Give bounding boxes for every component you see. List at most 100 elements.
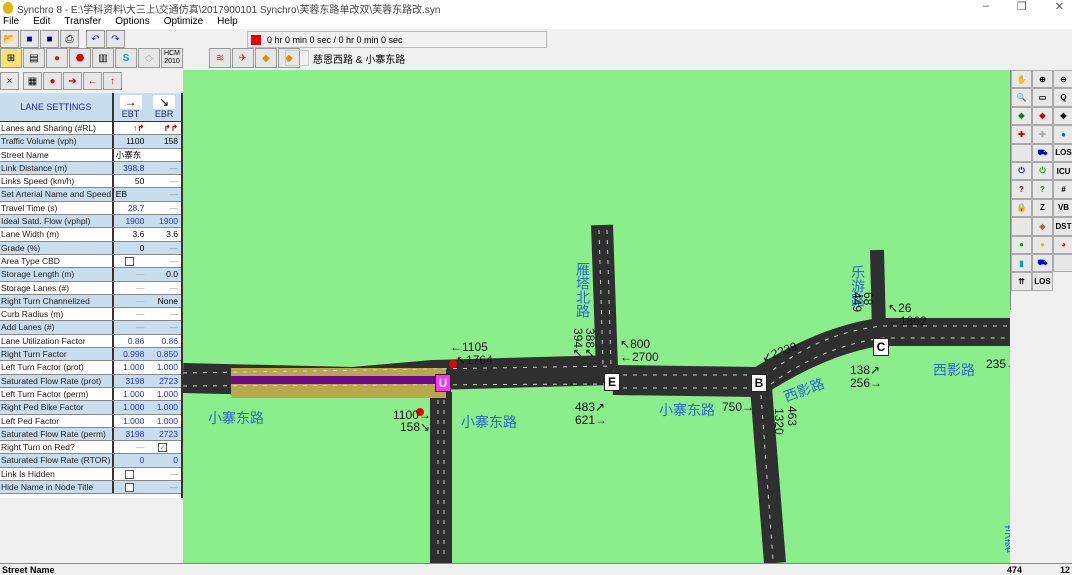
- row-value[interactable]: ↱↱: [147, 122, 181, 134]
- move-node-icon[interactable]: ◆: [1053, 106, 1072, 126]
- stop-icon[interactable]: [251, 34, 261, 45]
- row-value[interactable]: —: [147, 188, 181, 201]
- row-value[interactable]: —: [147, 282, 181, 294]
- row-value[interactable]: EB: [113, 188, 148, 201]
- row-value[interactable]: [114, 255, 148, 267]
- row-value[interactable]: 3.6: [147, 228, 181, 240]
- menu-optimize[interactable]: Optimize: [164, 16, 203, 29]
- zoom-out-icon[interactable]: ⊖: [1053, 70, 1072, 89]
- row-value[interactable]: —: [147, 161, 181, 175]
- power-icon[interactable]: ⏻: [1011, 161, 1032, 181]
- menu-options[interactable]: Options: [115, 16, 149, 29]
- detector-icon[interactable]: ◇: [138, 48, 160, 68]
- row-value[interactable]: 1.000: [147, 361, 181, 373]
- checkbox[interactable]: [124, 469, 134, 479]
- row-value[interactable]: 1.000: [114, 361, 148, 373]
- row-value[interactable]: —: [147, 481, 181, 494]
- close-button[interactable]: ✕: [1055, 0, 1064, 13]
- row-value[interactable]: 0.86: [147, 335, 181, 347]
- row-value[interactable]: 50: [114, 175, 148, 187]
- row-value[interactable]: —: [113, 268, 148, 281]
- sort-icon[interactable]: Z: [1032, 198, 1053, 218]
- checkbox[interactable]: ✓: [158, 443, 168, 453]
- arrow-up-icon[interactable]: ↑: [103, 72, 122, 90]
- row-value[interactable]: —: [114, 282, 148, 294]
- close-panel-icon[interactable]: ×: [0, 72, 19, 90]
- row-value[interactable]: 0: [113, 454, 148, 467]
- row-value[interactable]: 1.000: [147, 388, 181, 400]
- phase-error-icon[interactable]: ?: [1011, 180, 1032, 199]
- row-value[interactable]: —: [113, 321, 148, 334]
- number-icon[interactable]: #: [1053, 180, 1072, 199]
- row-value[interactable]: 1.000: [114, 388, 148, 400]
- row-value[interactable]: 0.998: [113, 348, 148, 361]
- delete-node-icon[interactable]: ◆: [1032, 106, 1053, 126]
- zoom-all-icon[interactable]: 🔍: [1011, 88, 1032, 107]
- node-c[interactable]: C: [873, 338, 889, 356]
- checkbox[interactable]: [124, 483, 134, 493]
- save-as-icon[interactable]: ■: [40, 30, 59, 48]
- row-value[interactable]: —: [114, 308, 148, 320]
- print-icon[interactable]: ⎙: [60, 30, 79, 48]
- open-icon[interactable]: 📂: [0, 30, 19, 48]
- warning-icon[interactable]: ◆: [255, 48, 277, 68]
- coordinate-icon[interactable]: ≋: [209, 48, 231, 68]
- row-value[interactable]: 28.7: [114, 202, 148, 214]
- node-e[interactable]: E: [604, 373, 620, 391]
- row-value[interactable]: 398.8: [113, 161, 148, 175]
- zoom-window-icon[interactable]: ▭: [1032, 88, 1053, 107]
- row-value[interactable]: 0: [113, 241, 148, 254]
- row-value[interactable]: 1.000: [147, 401, 181, 414]
- row-value[interactable]: —: [114, 441, 148, 453]
- row-value[interactable]: —: [147, 321, 181, 334]
- arrow-right-icon[interactable]: ➔: [63, 72, 82, 90]
- map-canvas[interactable]: U E B C A 小寨东路 小寨东路 小寨东路 雁塔北路 西影路 西影路 乐游…: [183, 70, 1010, 563]
- checkbox[interactable]: [124, 257, 134, 267]
- column-ebt[interactable]: → EBT: [114, 93, 148, 121]
- undo-icon[interactable]: ↶: [86, 30, 105, 48]
- row-value[interactable]: —: [113, 294, 148, 308]
- row-value[interactable]: 2723: [147, 427, 181, 441]
- row-value[interactable]: 1.000: [114, 415, 148, 427]
- icu-button[interactable]: ICU: [1053, 161, 1072, 181]
- row-value[interactable]: —: [147, 308, 181, 320]
- power-green-icon[interactable]: ⏻: [1032, 161, 1053, 181]
- timing-icon[interactable]: ▥: [92, 48, 114, 68]
- maximize-button[interactable]: ❐: [1017, 0, 1027, 13]
- row-value[interactable]: 3198: [113, 427, 148, 441]
- hcm-2010-button[interactable]: HCM 2010: [161, 48, 183, 68]
- node-b[interactable]: B: [751, 374, 767, 392]
- phase-ok-icon[interactable]: ?: [1032, 180, 1053, 199]
- signal-green-icon[interactable]: ●: [1011, 235, 1032, 254]
- redo-icon[interactable]: ↷: [106, 30, 125, 48]
- grid-icon[interactable]: ▦: [23, 72, 42, 90]
- row-value[interactable]: 3198: [113, 374, 148, 387]
- menu-edit[interactable]: Edit: [33, 16, 50, 29]
- row-value[interactable]: 0: [147, 454, 181, 467]
- save-icon[interactable]: ■: [20, 30, 39, 48]
- los-button-2[interactable]: LOS: [1032, 272, 1053, 291]
- node-icon[interactable]: ●: [43, 72, 62, 90]
- row-value[interactable]: [147, 149, 181, 161]
- node-u[interactable]: U: [435, 374, 451, 392]
- pie-chart-icon[interactable]: ◕: [1053, 235, 1072, 254]
- lock-icon[interactable]: 🔒: [1011, 198, 1032, 218]
- arrows-icon[interactable]: ⇈: [1011, 272, 1032, 291]
- row-value[interactable]: 0.850: [147, 348, 181, 361]
- zoom-in-icon[interactable]: ⊕: [1032, 70, 1053, 89]
- add-node-icon[interactable]: ◆: [1011, 106, 1032, 126]
- arrow-left-icon[interactable]: ←: [83, 72, 102, 90]
- row-value[interactable]: 3.6: [114, 228, 148, 240]
- vb-button[interactable]: VB: [1053, 198, 1072, 218]
- minimize-button[interactable]: –: [983, 0, 989, 13]
- column-ebr[interactable]: ↘ EBR: [147, 93, 181, 121]
- volume-settings-icon[interactable]: ●: [46, 48, 68, 68]
- background-icon[interactable]: ●: [1053, 125, 1072, 144]
- zoom-scale-icon[interactable]: Q: [1053, 88, 1072, 107]
- row-value[interactable]: —: [147, 255, 181, 267]
- row-value[interactable]: —: [147, 175, 181, 187]
- map-view-icon[interactable]: ⊞: [0, 48, 22, 68]
- pan-hand-icon[interactable]: ✋: [1011, 70, 1032, 89]
- row-value[interactable]: 0.86: [114, 335, 148, 347]
- row-value[interactable]: ↑↱: [114, 122, 148, 134]
